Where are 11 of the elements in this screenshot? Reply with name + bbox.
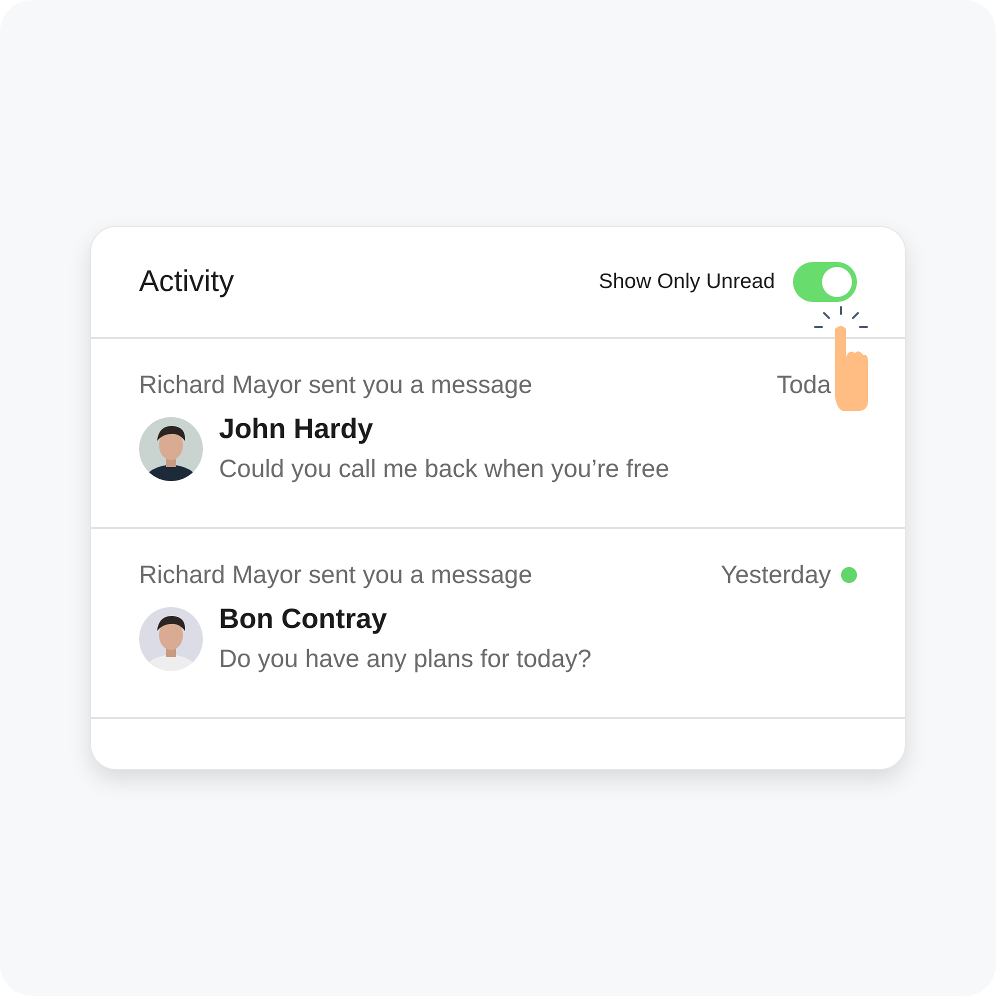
sender-name: Bon Contray <box>219 603 388 635</box>
activity-summary: Richard Mayor sent you a message <box>139 560 532 590</box>
sender-name: John Hardy <box>219 413 374 445</box>
panel-title: Activity <box>139 265 234 299</box>
message-preview: Could you call me back when you’re free <box>219 455 670 484</box>
timestamp: Toda <box>776 370 831 400</box>
activity-summary: Richard Mayor sent you a message <box>139 370 532 400</box>
message-preview: Do you have any plans for today? <box>219 645 592 674</box>
timestamp: Yesterday <box>720 560 831 590</box>
filter-label: Show Only Unread <box>598 270 775 294</box>
toggle-switch[interactable] <box>793 262 857 302</box>
